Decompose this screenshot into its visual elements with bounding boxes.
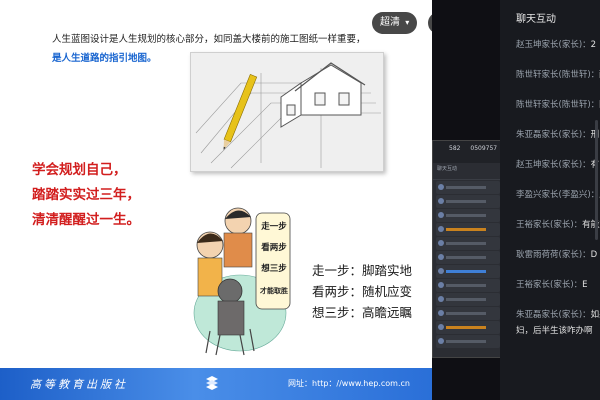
chat-scrollbar[interactable] — [595, 120, 598, 240]
website-url: 网址：http：//www.hep.com.cn — [288, 379, 410, 388]
slide-footer: 高等教育出版社 网址：http：//www.hep.com.cn — [0, 368, 432, 400]
cartoon-illustration: 走一步 看两步 想三步 才能取胜 — [180, 203, 300, 365]
chat-message: 陈世轩家长(陈世轩)：耐 — [516, 70, 600, 80]
motto-line: 学会规划自己， — [32, 162, 127, 178]
mini-message-row — [436, 223, 500, 236]
house-blueprint-image — [190, 52, 384, 172]
step-item: 走一步：脚踏实地 — [312, 263, 413, 278]
mini-message-row — [436, 279, 500, 292]
presentation-slide: 人生蓝图设计是人生规划的核心部分，如同盖大楼前的施工图纸一样重要， 是人生道路的… — [0, 0, 432, 400]
publisher-name: 高等教育出版社 — [30, 378, 128, 391]
chat-message: 朱亚磊家长(家长)：如果 — [516, 310, 600, 320]
chat-message: 陈世轩家长(陈世轩)：图 — [516, 100, 600, 110]
step-item: 看两步：随机应变 — [312, 284, 413, 299]
steps-list: 走一步：脚踏实地 看两步：随机应变 想三步：高瞻远瞩 — [312, 260, 412, 323]
mini-message-row — [436, 209, 500, 222]
motto-text: 学会规划自己， 踏踏实实过三年， 清清醒醒过一生。 — [32, 158, 140, 233]
motto-line: 清清醒醒过一生。 — [32, 212, 140, 228]
mini-message-row — [436, 195, 500, 208]
sign-line: 想三步 — [261, 264, 287, 274]
chat-title: 聊天互动 — [516, 14, 556, 25]
intro-text: 人生蓝图设计是人生规划的核心部分，如同盖大楼前的施工图纸一样重要， — [52, 34, 366, 45]
chat-message: 赵玉坤家长(家长)：2 — [516, 40, 597, 50]
mini-message-row — [436, 251, 500, 264]
mini-message-row — [436, 181, 500, 194]
floating-mini-window[interactable]: 582 0509757 聊天互动 — [432, 140, 504, 358]
step-item: 想三步：高瞻远瞩 — [312, 305, 413, 320]
intro-highlight: 是人生道路的指引地图。 — [52, 53, 157, 64]
sign-line: 走一步 — [261, 222, 287, 232]
quality-selector[interactable]: 超清 ▾ — [372, 12, 418, 34]
chat-message: 赵玉坤家长(家长)：有 — [516, 160, 599, 170]
chevron-down-icon: ▾ — [405, 18, 410, 27]
chat-message: 王裕家长(家长)：有能力 — [516, 220, 600, 230]
chat-panel[interactable]: 聊天互动 赵玉坤家长(家长)：2 陈世轩家长(陈世轩)：耐 陈世轩家长(陈世轩)… — [500, 0, 600, 400]
like-count: 0509757 — [470, 145, 498, 152]
motto-line: 踏踏实实过三年， — [32, 187, 140, 203]
sign-line: 才能取胜 — [260, 286, 288, 295]
chat-message: 李盈兴家长(李盈兴)：上 — [516, 190, 600, 200]
mini-message-row — [436, 265, 500, 278]
chat-message: 耿雷雨荷荷(家长)：D — [516, 250, 598, 260]
sign-line: 看两步 — [261, 243, 287, 253]
mini-window-header: 582 0509757 — [433, 141, 503, 163]
quality-label: 超清 — [380, 17, 400, 28]
viewer-count: 582 — [449, 145, 461, 152]
mini-message-row — [436, 237, 500, 250]
mini-window-tab[interactable]: 聊天互动 — [433, 163, 503, 180]
mini-message-row — [436, 307, 500, 320]
mini-message-row — [436, 335, 500, 348]
chat-message: 朱亚磊家长(家长)：刑 — [516, 130, 599, 140]
chat-message-continuation: 妇，后半生该咋办啊 — [516, 326, 593, 336]
mini-message-row — [436, 321, 500, 334]
publisher-logo-icon — [206, 376, 218, 390]
mini-message-row — [436, 293, 500, 306]
chat-message: 王裕家长(家长)：E — [516, 280, 588, 290]
